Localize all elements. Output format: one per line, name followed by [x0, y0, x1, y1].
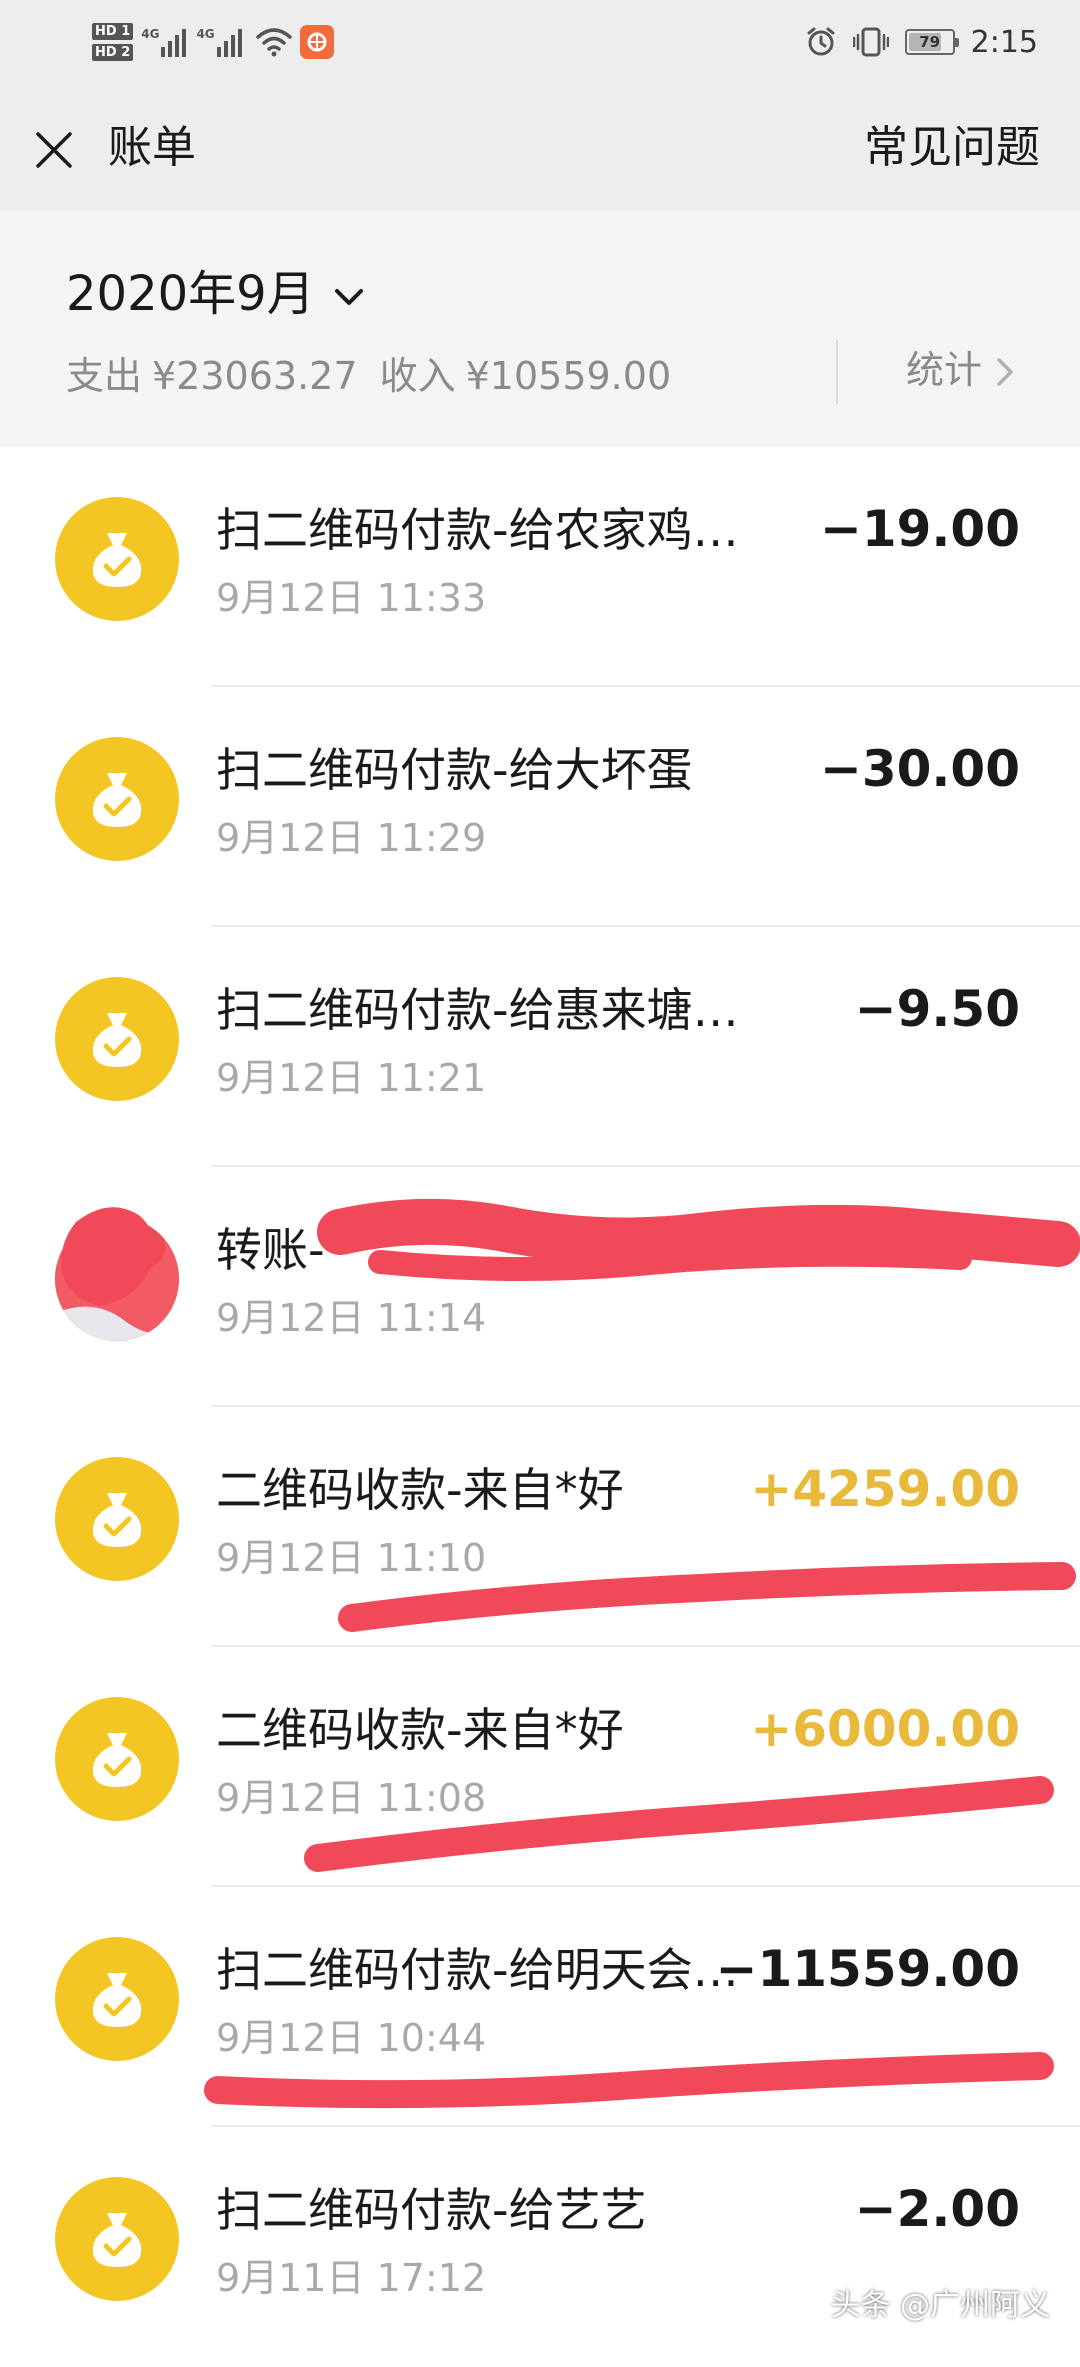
signal-icon: 4G — [141, 27, 187, 57]
bill-title: 扫二维码付款-给农家鸡… — [216, 503, 739, 557]
bill-time: 9月12日 11:14 — [216, 1296, 487, 1340]
network-type-1: 4G — [141, 27, 160, 41]
battery-level: 79 — [919, 33, 941, 51]
bill-amount: −9.50 — [854, 980, 1020, 1038]
expense-label: 支出 — [66, 354, 143, 398]
bill-time: 9月12日 11:33 — [216, 576, 487, 620]
page-title: 账单 — [108, 122, 196, 173]
bill-time: 9月11日 17:12 — [216, 2256, 487, 2300]
income-total: ¥10559.00 — [465, 354, 672, 398]
bill-amount: −30.00 — [819, 740, 1020, 798]
bill-row[interactable]: 扫二维码付款-给惠来塘… 9月12日 11:21 −9.50 — [0, 927, 1080, 1167]
month-header: 2020年9月 支出 ¥23063.27 收入 ¥10559.00 统计 — [0, 210, 1080, 447]
bill-title: 扫二维码付款-给明天会… — [216, 1943, 739, 1997]
expense-total: ¥23063.27 — [152, 354, 358, 398]
money-bag-icon — [55, 2177, 179, 2301]
bill-time: 9月12日 11:10 — [216, 1536, 487, 1580]
month-selector[interactable]: 2020年9月 — [66, 262, 365, 326]
money-bag-icon — [55, 1457, 179, 1581]
clock: 2:15 — [970, 24, 1038, 60]
bill-amount: +4259.00 — [750, 1460, 1020, 1518]
bill-title: 二维码收款-来自*好 — [216, 1703, 624, 1757]
hd-indicators: HD 1 HD 2 — [92, 21, 134, 63]
hd1-badge: HD 1 — [92, 23, 134, 40]
close-icon — [36, 132, 72, 168]
month-label: 2020年9月 — [66, 266, 315, 322]
status-bar: HD 1 HD 2 4G 4G 79 2:15 — [0, 0, 1080, 88]
bill-amount: −19.00 — [819, 500, 1020, 558]
bill-list: 扫二维码付款-给农家鸡… 9月12日 11:33 −19.00 扫二维码付款-给… — [0, 447, 1080, 2367]
bill-amount: +6000.00 — [750, 1700, 1020, 1758]
stats-divider — [836, 340, 838, 404]
bill-row[interactable]: 转账- 9月12日 11:14 — [0, 1167, 1080, 1407]
stats-button[interactable]: 统计 — [906, 344, 1014, 396]
faq-link[interactable]: 常见问题 — [864, 118, 1040, 178]
bill-amount: −11559.00 — [715, 1940, 1020, 1998]
vibrate-icon — [852, 27, 889, 57]
bill-title: 扫二维码付款-给惠来塘… — [216, 983, 739, 1037]
watermark: 头条 @广州阿义 — [830, 2288, 1050, 2323]
money-bag-icon — [55, 977, 179, 1101]
bill-time: 9月12日 10:44 — [216, 2016, 487, 2060]
bill-amount: −2.00 — [854, 2180, 1020, 2238]
contact-avatar — [55, 1217, 179, 1341]
alarm-icon — [807, 27, 835, 56]
income-label: 收入 — [379, 354, 456, 398]
bill-time: 9月12日 11:21 — [216, 1056, 487, 1100]
bill-time: 9月12日 11:29 — [216, 816, 487, 860]
money-bag-icon — [55, 1937, 179, 2061]
money-bag-icon — [55, 737, 179, 861]
bill-row[interactable]: 扫二维码付款-给农家鸡… 9月12日 11:33 −19.00 — [0, 447, 1080, 687]
wifi-icon — [255, 28, 292, 57]
status-bar-left: HD 1 HD 2 4G 4G — [92, 14, 334, 70]
bill-row[interactable]: 扫二维码付款-给明天会… 9月12日 10:44 −11559.00 — [0, 1887, 1080, 2127]
close-button[interactable] — [26, 122, 82, 178]
bill-title: 扫二维码付款-给大坏蛋 — [216, 743, 693, 797]
bill-time: 9月12日 11:08 — [216, 1776, 487, 1820]
money-bag-icon — [55, 1697, 179, 1821]
signal-icon-2: 4G — [196, 27, 242, 57]
app-notification-icon — [299, 25, 334, 59]
nav-bar: 账单 常见问题 — [0, 88, 1080, 210]
monthly-summary: 支出 ¥23063.27 收入 ¥10559.00 — [66, 350, 681, 402]
money-bag-icon — [55, 497, 179, 621]
bill-title: 扫二维码付款-给艺艺 — [216, 2183, 647, 2237]
bill-row[interactable]: 扫二维码付款-给艺艺 9月11日 17:12 −2.00 — [0, 2127, 1080, 2367]
bill-row[interactable]: 二维码收款-来自*好 9月12日 11:08 +6000.00 — [0, 1647, 1080, 1887]
battery-icon: 79 — [904, 29, 959, 55]
bill-title: 转账- — [216, 1223, 325, 1277]
bill-row[interactable]: 二维码收款-来自*好 9月12日 11:10 +4259.00 — [0, 1407, 1080, 1647]
bill-row[interactable]: 扫二维码付款-给大坏蛋 9月12日 11:29 −30.00 — [0, 687, 1080, 927]
bill-title: 二维码收款-来自*好 — [216, 1463, 624, 1517]
chevron-down-icon — [334, 289, 363, 305]
status-bar-right: 79 2:15 — [805, 16, 1038, 68]
stats-label: 统计 — [906, 348, 983, 392]
hd2-badge: HD 2 — [92, 44, 134, 61]
chevron-right-icon — [997, 358, 1013, 386]
network-type-2: 4G — [196, 27, 215, 41]
